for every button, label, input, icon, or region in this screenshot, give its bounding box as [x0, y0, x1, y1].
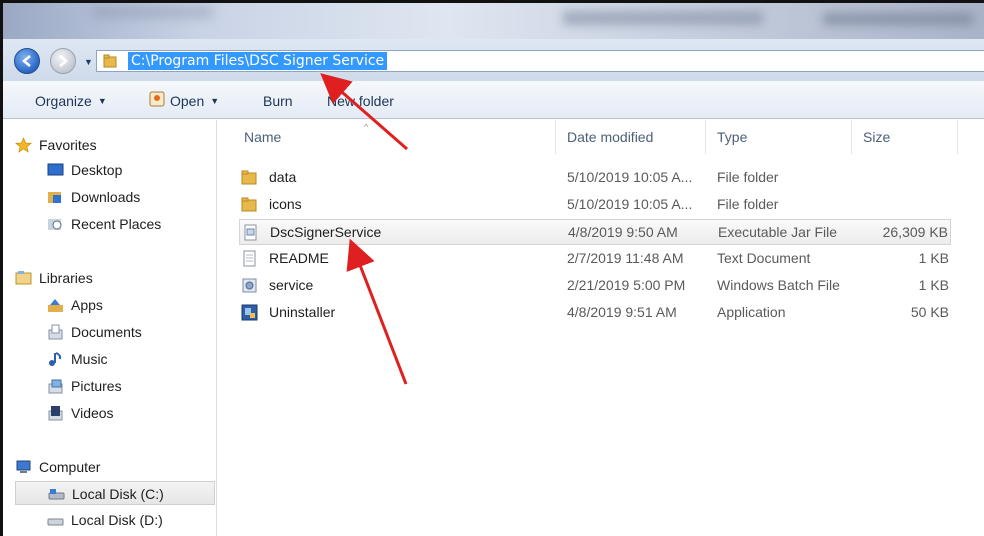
- file-size: 50 KB: [910, 304, 949, 320]
- file-name: icons: [269, 196, 302, 212]
- file-size: 1 KB: [918, 277, 949, 293]
- column-header-name[interactable]: Name: [244, 129, 281, 145]
- file-type: Executable Jar File: [718, 224, 838, 240]
- forward-arrow-icon: [59, 55, 69, 67]
- file-row[interactable]: service 2/21/2019 5:00 PM Windows Batch Fi…: [239, 273, 951, 299]
- file-name: README: [269, 250, 329, 266]
- videos-icon: [48, 406, 63, 421]
- nav-local-disk-c[interactable]: Local Disk (C:): [15, 481, 215, 505]
- file-size: 26,309 KB: [882, 224, 948, 240]
- text-file-icon: [243, 250, 256, 267]
- computer-icon: [16, 460, 31, 473]
- sort-indicator-icon: ^: [364, 122, 369, 132]
- batch-file-icon: [242, 278, 257, 293]
- desktop-icon: [47, 163, 64, 176]
- file-type: File folder: [717, 196, 779, 212]
- forward-button[interactable]: [50, 48, 76, 74]
- address-path[interactable]: C:\Program Files\DSC Signer Service: [128, 52, 388, 70]
- file-name: service: [269, 277, 314, 293]
- star-icon: [15, 137, 32, 153]
- file-name: Uninstaller: [269, 304, 336, 320]
- file-list: Name ^ Date modified Type Size data 5/10/…: [217, 120, 984, 536]
- address-row: ▼ C:\Program Files\DSC Signer Service: [3, 39, 984, 81]
- chevron-down-icon: ▼: [210, 96, 220, 106]
- folder-icon: [241, 170, 257, 185]
- file-date: 5/10/2019 10:05 A...: [567, 196, 693, 212]
- command-bar: Organize ▼ Open ▼ Burn New folder: [3, 81, 984, 119]
- column-header-date[interactable]: Date modified: [567, 129, 653, 145]
- file-row[interactable]: icons 5/10/2019 10:05 A... File folder: [239, 192, 951, 218]
- folder-icon: [241, 197, 257, 212]
- recent-places-icon: [48, 219, 62, 230]
- file-date: 4/8/2019 9:50 AM: [568, 224, 678, 240]
- music-icon: [49, 352, 62, 366]
- file-row[interactable]: data 5/10/2019 10:05 A... File folder: [239, 165, 951, 191]
- address-bar[interactable]: C:\Program Files\DSC Signer Service: [96, 50, 984, 72]
- explorer-window: ▼ C:\Program Files\DSC Signer Service Or…: [0, 0, 984, 536]
- file-date: 5/10/2019 10:05 A...: [567, 169, 693, 185]
- file-type: File folder: [717, 169, 779, 185]
- open-icon: [149, 91, 165, 107]
- file-type: Application: [717, 304, 786, 320]
- apps-icon: [48, 299, 63, 312]
- organize-button[interactable]: Organize ▼: [35, 93, 107, 109]
- new-folder-button[interactable]: New folder: [327, 93, 394, 109]
- folder-icon: [103, 54, 117, 68]
- file-row[interactable]: Uninstaller 4/8/2019 9:51 AM Application 50…: [239, 300, 951, 326]
- file-type: Windows Batch File: [717, 277, 840, 293]
- navigation-pane: Favorites Desktop Downloads Recent Place…: [3, 120, 217, 536]
- file-row[interactable]: DscSignerService 4/8/2019 9:50 AM Executab…: [239, 219, 951, 245]
- history-dropdown-icon[interactable]: ▼: [84, 57, 93, 67]
- local-disk-icon: [47, 518, 64, 526]
- file-size: 1 KB: [918, 250, 949, 266]
- pictures-icon: [48, 379, 63, 394]
- burn-button[interactable]: Burn: [263, 93, 293, 109]
- file-date: 2/7/2019 11:48 AM: [567, 250, 684, 266]
- jar-file-icon: [244, 224, 257, 241]
- libraries-icon: [15, 271, 32, 285]
- file-date: 2/21/2019 5:00 PM: [567, 277, 686, 293]
- back-arrow-icon: [21, 55, 31, 67]
- file-row[interactable]: README 2/7/2019 11:48 AM Text Document 1 KB: [239, 246, 951, 272]
- back-button[interactable]: [14, 48, 40, 74]
- title-bar: [3, 3, 984, 39]
- documents-icon: [48, 324, 63, 340]
- chevron-down-icon: ▼: [97, 96, 107, 106]
- app-icon: [241, 304, 258, 321]
- column-header-type[interactable]: Type: [717, 129, 747, 145]
- column-header-size[interactable]: Size: [863, 129, 890, 145]
- file-name: data: [269, 169, 297, 185]
- open-button[interactable]: Open ▼: [170, 93, 219, 109]
- file-type: Text Document: [717, 250, 811, 266]
- file-date: 4/8/2019 9:51 AM: [567, 304, 677, 320]
- downloads-folder-icon: [48, 192, 61, 203]
- local-disk-icon: [48, 489, 65, 500]
- file-name: DscSignerService: [270, 224, 382, 240]
